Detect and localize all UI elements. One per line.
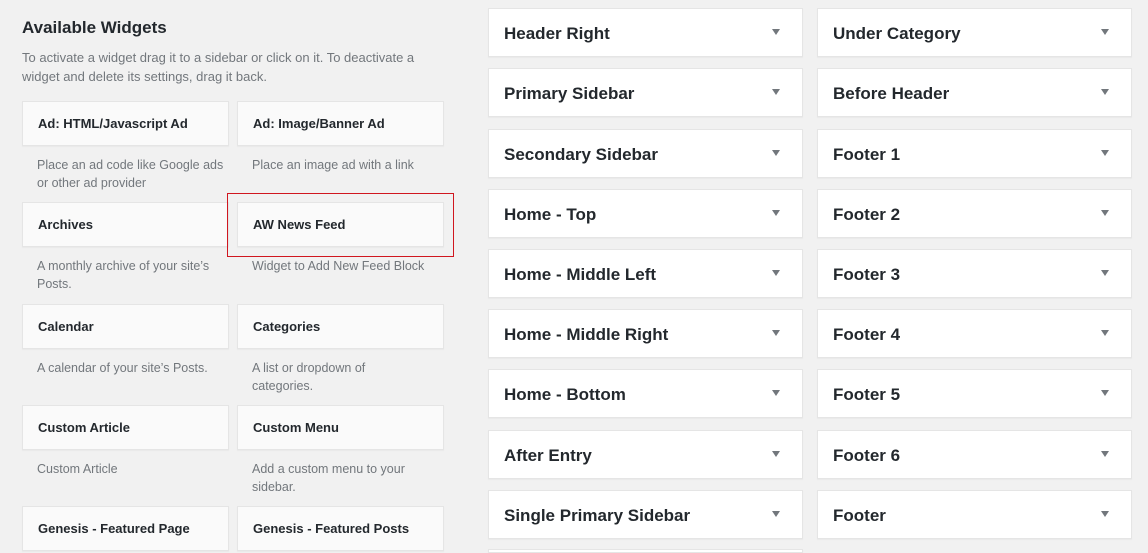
sidebar-title: Home - Bottom xyxy=(504,385,626,404)
sidebar-header-right[interactable]: Header Right xyxy=(488,8,803,57)
sidebar-title: Footer 4 xyxy=(833,325,901,344)
sidebar-title: Footer 6 xyxy=(833,446,901,465)
widget-description: Widget to Add New Feed Block xyxy=(252,259,425,273)
arrow-down-icon[interactable] xyxy=(1101,390,1109,396)
sidebar-footer-4[interactable]: Footer 4 xyxy=(817,309,1132,358)
sidebar-partial[interactable] xyxy=(488,549,803,553)
sidebar-title: Footer 2 xyxy=(833,205,901,224)
widget-aw-news-feed[interactable]: AW News Feed xyxy=(237,202,444,247)
sidebar-title: Single Primary Sidebar xyxy=(504,506,691,525)
arrow-down-icon[interactable] xyxy=(772,150,780,156)
widget-title: Genesis - Featured Posts xyxy=(253,521,410,536)
sidebar-single-primary[interactable]: Single Primary Sidebar xyxy=(488,490,803,539)
arrow-down-icon[interactable] xyxy=(772,89,780,95)
sidebar-title: Home - Top xyxy=(504,205,597,224)
arrow-down-icon[interactable] xyxy=(772,511,780,517)
widget-description: A monthly archive of your site’s Posts. xyxy=(37,259,210,291)
arrow-down-icon[interactable] xyxy=(772,270,780,276)
widget-title: AW News Feed xyxy=(253,217,346,232)
arrow-down-icon[interactable] xyxy=(772,330,780,336)
sidebar-home-middle-right[interactable]: Home - Middle Right xyxy=(488,309,803,358)
sidebar-title: Home - Middle Right xyxy=(504,325,669,344)
widget-title: Custom Article xyxy=(38,420,130,435)
arrow-down-icon[interactable] xyxy=(772,390,780,396)
widget-custom-article[interactable]: Custom Article xyxy=(22,405,229,450)
sidebar-title: Footer 3 xyxy=(833,265,901,284)
widget-ad-html[interactable]: Ad: HTML/Javascript Ad xyxy=(22,101,229,146)
widget-description: A calendar of your site’s Posts. xyxy=(37,361,208,375)
sidebar-under-category[interactable]: Under Category xyxy=(817,8,1132,57)
widget-title: Custom Menu xyxy=(253,420,339,435)
widget-archives[interactable]: Archives xyxy=(22,202,229,247)
sidebar-footer[interactable]: Footer xyxy=(817,490,1132,539)
available-widgets-description: To activate a widget drag it to a sideba… xyxy=(22,50,415,84)
widget-description: Add a custom menu to your sidebar. xyxy=(252,462,405,494)
sidebar-title: Home - Middle Left xyxy=(504,265,657,284)
arrow-down-icon[interactable] xyxy=(772,210,780,216)
sidebar-title: Secondary Sidebar xyxy=(504,145,659,164)
sidebar-after-entry[interactable]: After Entry xyxy=(488,430,803,479)
sidebar-footer-5[interactable]: Footer 5 xyxy=(817,369,1132,418)
sidebar-footer-1[interactable]: Footer 1 xyxy=(817,129,1132,178)
arrow-down-icon[interactable] xyxy=(1101,330,1109,336)
sidebar-title: Primary Sidebar xyxy=(504,84,635,103)
arrow-down-icon[interactable] xyxy=(1101,150,1109,156)
sidebar-title: Before Header xyxy=(833,84,950,103)
arrow-down-icon[interactable] xyxy=(1101,210,1109,216)
sidebar-title: Footer 5 xyxy=(833,385,901,404)
arrow-down-icon[interactable] xyxy=(772,29,780,35)
widget-title: Archives xyxy=(38,217,93,232)
arrow-down-icon[interactable] xyxy=(1101,29,1109,35)
sidebar-home-bottom[interactable]: Home - Bottom xyxy=(488,369,803,418)
widget-description: Place an ad code like Google ads or othe… xyxy=(37,158,224,190)
widget-title: Ad: HTML/Javascript Ad xyxy=(38,116,188,131)
widget-description: Custom Article xyxy=(37,462,118,476)
widget-calendar[interactable]: Calendar xyxy=(22,304,229,349)
widget-title: Calendar xyxy=(38,319,94,334)
widget-description: A list or dropdown of categories. xyxy=(252,361,366,393)
sidebar-footer-3[interactable]: Footer 3 xyxy=(817,249,1132,298)
sidebar-title: Footer 1 xyxy=(833,145,901,164)
sidebar-before-header[interactable]: Before Header xyxy=(817,68,1132,117)
widget-genesis-featured-posts[interactable]: Genesis - Featured Posts xyxy=(237,506,444,551)
arrow-down-icon[interactable] xyxy=(772,451,780,457)
widget-title: Categories xyxy=(253,319,321,334)
sidebar-secondary[interactable]: Secondary Sidebar xyxy=(488,129,803,178)
arrow-down-icon[interactable] xyxy=(1101,511,1109,517)
sidebar-footer-6[interactable]: Footer 6 xyxy=(817,430,1132,479)
widget-ad-image[interactable]: Ad: Image/Banner Ad xyxy=(237,101,444,146)
arrow-down-icon[interactable] xyxy=(1101,451,1109,457)
sidebar-title: Under Category xyxy=(833,24,961,43)
widget-title: Ad: Image/Banner Ad xyxy=(253,116,385,131)
sidebar-title: Footer xyxy=(833,506,886,525)
widget-custom-menu[interactable]: Custom Menu xyxy=(237,405,444,450)
sidebar-primary[interactable]: Primary Sidebar xyxy=(488,68,803,117)
sidebar-title: After Entry xyxy=(504,446,592,465)
sidebar-footer-2[interactable]: Footer 2 xyxy=(817,189,1132,238)
widget-categories[interactable]: Categories xyxy=(237,304,444,349)
sidebar-title: Header Right xyxy=(504,24,610,43)
available-widgets-title: Available Widgets xyxy=(22,18,167,37)
widget-description: Place an image ad with a link xyxy=(252,158,414,172)
sidebar-home-middle-left[interactable]: Home - Middle Left xyxy=(488,249,803,298)
widget-genesis-featured-page[interactable]: Genesis - Featured Page xyxy=(22,506,229,551)
arrow-down-icon[interactable] xyxy=(1101,89,1109,95)
widget-title: Genesis - Featured Page xyxy=(38,521,190,536)
sidebar-home-top[interactable]: Home - Top xyxy=(488,189,803,238)
arrow-down-icon[interactable] xyxy=(1101,270,1109,276)
